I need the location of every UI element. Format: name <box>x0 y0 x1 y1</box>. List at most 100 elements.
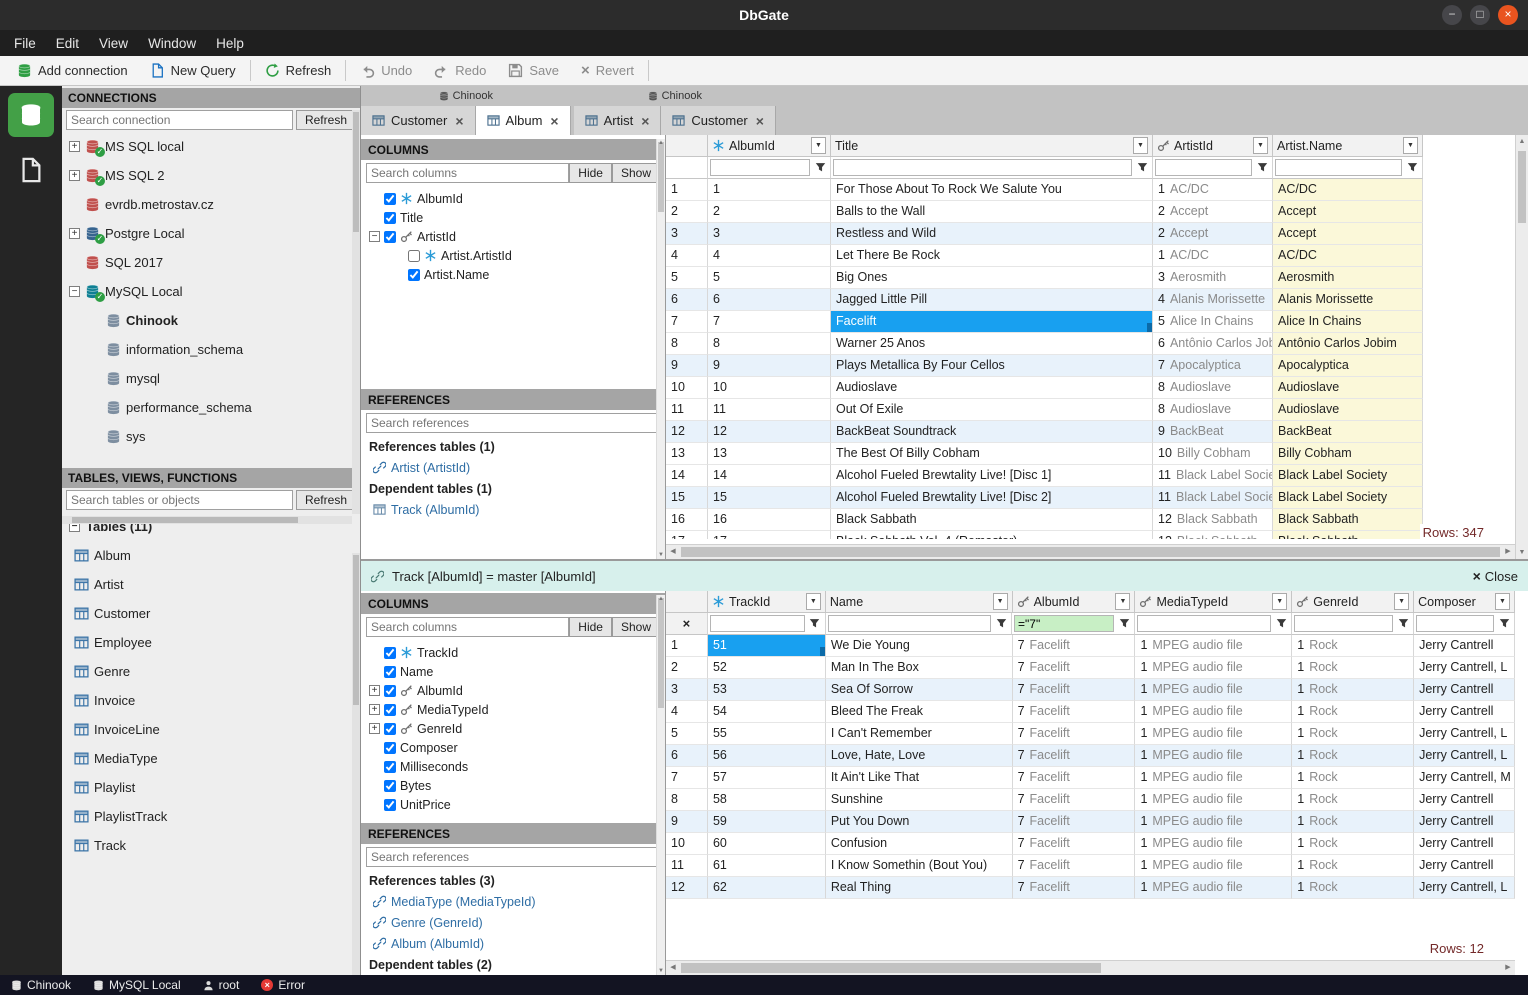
tab-close-icon[interactable]: × <box>550 113 558 129</box>
filter-icon[interactable] <box>1134 162 1150 173</box>
cell-albumid[interactable]: 7 Facelift <box>1012 811 1136 833</box>
cell-name[interactable]: Love, Hate, Love <box>825 745 1013 767</box>
row-number[interactable]: 7 <box>666 311 708 333</box>
connection-item[interactable]: information_schema <box>62 335 360 364</box>
cell-genreid[interactable]: 1 Rock <box>1292 701 1415 723</box>
cell-albumid[interactable]: 7 Facelift <box>1012 745 1136 767</box>
table-item[interactable]: Invoice <box>62 686 360 715</box>
column-checkbox[interactable] <box>408 268 420 281</box>
cell-title[interactable]: Black Sabbath Vol. 4 (Remaster) <box>831 531 1153 539</box>
cell-title[interactable]: Balls to the Wall <box>831 201 1153 223</box>
row-number[interactable]: 11 <box>666 399 708 421</box>
cell-trackid[interactable]: 54 <box>707 701 826 723</box>
row-number[interactable]: 4 <box>666 701 708 723</box>
cell-title[interactable]: BackBeat Soundtrack <box>831 421 1153 443</box>
chevron-down-icon[interactable]: ▼ <box>1394 593 1410 610</box>
cell-artistname[interactable]: Billy Cobham <box>1273 443 1423 465</box>
cell-albumid[interactable]: 1 <box>708 179 831 201</box>
clear-filter-button[interactable]: × <box>666 613 708 635</box>
column-tree-item[interactable]: Name <box>361 662 665 681</box>
table-row[interactable]: 6 6 Jagged Little Pill 4 Alanis Morissett… <box>666 289 1515 311</box>
column-checkbox[interactable] <box>384 703 396 716</box>
cell-artistname[interactable]: Apocalyptica <box>1273 355 1423 377</box>
cell-title[interactable]: Warner 25 Anos <box>831 333 1153 355</box>
cell-composer[interactable]: Jerry Cantrell <box>1414 833 1515 855</box>
cell-name[interactable]: Confusion <box>825 833 1013 855</box>
cell-composer[interactable]: Jerry Cantrell <box>1414 855 1515 877</box>
new-query-button[interactable]: New Query <box>139 56 247 85</box>
column-checkbox[interactable] <box>384 665 396 678</box>
cell-artistid[interactable]: 7 Apocalyptica <box>1153 355 1273 377</box>
filter-icon[interactable] <box>1404 162 1420 173</box>
column-tree-item[interactable]: Artist.Name <box>361 265 665 284</box>
cell-title[interactable]: Alcohol Fueled Brewtality Live! [Disc 1] <box>831 465 1153 487</box>
cell-artistid[interactable]: 12Black Sabbath <box>1153 509 1273 531</box>
cell-genreid[interactable]: 1 Rock <box>1292 767 1415 789</box>
cell-albumid[interactable]: 10 <box>708 377 831 399</box>
sidebar-horizontal-scrollbar[interactable] <box>62 516 352 524</box>
row-number[interactable]: 3 <box>666 223 708 245</box>
column-checkbox[interactable] <box>384 192 396 205</box>
reference-link[interactable]: Genre (GenreId) <box>361 912 665 933</box>
cell-albumid[interactable]: 2 <box>708 201 831 223</box>
cell-composer[interactable]: Jerry Cantrell, L <box>1414 877 1515 899</box>
cell-albumid[interactable]: 14 <box>708 465 831 487</box>
row-number[interactable]: 5 <box>666 267 708 289</box>
column-checkbox[interactable] <box>384 741 396 754</box>
column-header-albumid[interactable]: AlbumId ▼ <box>1012 591 1136 613</box>
expander-icon[interactable] <box>369 780 380 791</box>
row-number[interactable]: 10 <box>666 833 708 855</box>
cell-composer[interactable]: Jerry Cantrell, L <box>1414 657 1515 679</box>
cell-albumid[interactable]: 7 Facelift <box>1012 767 1136 789</box>
connection-item[interactable]: performance_schema <box>62 393 360 422</box>
horizontal-scrollbar[interactable]: ◀ ▶ <box>666 960 1515 975</box>
chevron-down-icon[interactable]: ▼ <box>1133 137 1148 154</box>
cell-artistname[interactable]: Accept <box>1273 223 1423 245</box>
cell-artistname[interactable]: AC/DC <box>1273 245 1423 267</box>
table-row[interactable]: 6 56 Love, Hate, Love 7 Facelift 1 MPEG au… <box>666 745 1515 767</box>
cell-title[interactable]: Let There Be Rock <box>831 245 1153 267</box>
cell-artistname[interactable]: Black Sabbath <box>1273 509 1423 531</box>
cell-artistid[interactable]: 1 AC/DC <box>1153 245 1273 267</box>
cell-albumid[interactable]: 7 Facelift <box>1012 657 1136 679</box>
tables-refresh-button[interactable]: Refresh <box>295 490 356 510</box>
expander-icon[interactable]: − <box>69 286 80 297</box>
dependent-link[interactable]: Track (AlbumId) <box>361 499 665 520</box>
search-columns-input[interactable] <box>366 617 570 637</box>
column-tree-item[interactable]: Composer <box>361 738 665 757</box>
table-row[interactable]: 14 14 Alcohol Fueled Brewtality Live! [D… <box>666 465 1515 487</box>
column-tree-item[interactable]: + AlbumId <box>361 681 665 700</box>
row-number[interactable]: 14 <box>666 465 708 487</box>
cell-composer[interactable]: Jerry Cantrell <box>1414 811 1515 833</box>
chevron-down-icon[interactable]: ▼ <box>992 593 1008 610</box>
status-error[interactable]: × Error <box>250 975 316 995</box>
add-connection-button[interactable]: Add connection <box>6 56 139 85</box>
cell-artistname[interactable]: Alanis Morissette <box>1273 289 1423 311</box>
table-row[interactable]: 11 11 Out Of Exile 8 Audioslave Audioslav… <box>666 399 1515 421</box>
row-number[interactable]: 12 <box>666 421 708 443</box>
filter-input-genreid[interactable] <box>1294 615 1393 632</box>
column-tree-item[interactable]: − ArtistId <box>361 227 665 246</box>
cell-mediatypeid[interactable]: 1 MPEG audio file <box>1135 701 1293 723</box>
cell-artistid[interactable]: 12Black Sabbath <box>1153 531 1273 539</box>
column-header-artistid[interactable]: ArtistId ▼ <box>1153 135 1273 157</box>
search-references-input[interactable] <box>366 413 660 433</box>
chevron-down-icon[interactable]: ▼ <box>1253 137 1268 154</box>
cell-artistid[interactable]: 11Black Label Society <box>1153 487 1273 509</box>
expander-icon[interactable] <box>369 666 380 677</box>
cell-artistname[interactable]: Black Label Society <box>1273 465 1423 487</box>
cell-artistid[interactable]: 3 Aerosmith <box>1153 267 1273 289</box>
table-row[interactable]: 1 51 We Die Young 7 Facelift 1 MPEG audio … <box>666 635 1515 657</box>
cell-name[interactable]: Sunshine <box>825 789 1013 811</box>
cell-trackid[interactable]: 61 <box>707 855 826 877</box>
cell-albumid[interactable]: 17 <box>708 531 831 539</box>
reference-link[interactable]: Artist (ArtistId) <box>361 457 665 478</box>
cell-artistid[interactable]: 10 Billy Cobham <box>1153 443 1273 465</box>
filter-icon[interactable] <box>1273 618 1289 629</box>
expander-icon[interactable] <box>90 373 101 384</box>
cell-title[interactable]: For Those About To Rock We Salute You <box>831 179 1153 201</box>
cell-mediatypeid[interactable]: 1 MPEG audio file <box>1135 811 1293 833</box>
expander-icon[interactable] <box>69 257 80 268</box>
cell-albumid[interactable]: 4 <box>708 245 831 267</box>
cell-composer[interactable]: Jerry Cantrell, L <box>1414 723 1515 745</box>
